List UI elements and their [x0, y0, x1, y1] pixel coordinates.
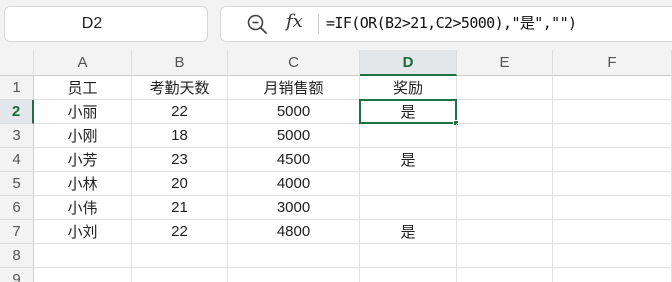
cell-e8[interactable]: [457, 244, 553, 268]
cell-d9[interactable]: [360, 268, 457, 282]
cell-f2[interactable]: [553, 100, 672, 124]
column-header-d[interactable]: D: [360, 50, 457, 76]
cell-c2[interactable]: 5000: [228, 100, 360, 124]
cell-e1[interactable]: [457, 76, 553, 100]
cell-f3[interactable]: [553, 124, 672, 148]
cell-a3[interactable]: 小刚: [34, 124, 132, 148]
row-header-8[interactable]: 8: [0, 244, 34, 268]
cell-c8[interactable]: [228, 244, 360, 268]
cell-e2[interactable]: [457, 100, 553, 124]
row-header-2[interactable]: 2: [0, 100, 34, 124]
cell-d8[interactable]: [360, 244, 457, 268]
cell-a4[interactable]: 小芳: [34, 148, 132, 172]
formula-toolbar: D2 fx =IF(OR(B2>21,C2>5000),"是",""): [0, 0, 672, 50]
cell-f8[interactable]: [553, 244, 672, 268]
cell-b4[interactable]: 23: [132, 148, 228, 172]
column-header-b[interactable]: B: [132, 50, 228, 76]
column-header-c[interactable]: C: [228, 50, 360, 76]
name-box[interactable]: D2: [4, 6, 208, 42]
cell-b6[interactable]: 21: [132, 196, 228, 220]
select-all-corner[interactable]: [0, 50, 34, 76]
cell-b2[interactable]: 22: [132, 100, 228, 124]
column-header-a[interactable]: A: [34, 50, 132, 76]
cell-c3[interactable]: 5000: [228, 124, 360, 148]
cell-f7[interactable]: [553, 220, 672, 244]
row-header-3[interactable]: 3: [0, 124, 34, 148]
cell-a6[interactable]: 小伟: [34, 196, 132, 220]
row-header-4[interactable]: 4: [0, 148, 34, 172]
cell-b8[interactable]: [132, 244, 228, 268]
row-header-7[interactable]: 7: [0, 220, 34, 244]
cell-e9[interactable]: [457, 268, 553, 282]
formula-divider: [318, 14, 319, 34]
cell-a7[interactable]: 小刘: [34, 220, 132, 244]
cell-f4[interactable]: [553, 148, 672, 172]
cell-c1[interactable]: 月销售额: [228, 76, 360, 100]
cell-d7[interactable]: 是: [360, 220, 457, 244]
cell-b5[interactable]: 20: [132, 172, 228, 196]
cell-a9[interactable]: [34, 268, 132, 282]
cell-d3[interactable]: [360, 124, 457, 148]
cell-b3[interactable]: 18: [132, 124, 228, 148]
cell-f9[interactable]: [553, 268, 672, 282]
column-header-e[interactable]: E: [457, 50, 553, 76]
cell-b9[interactable]: [132, 268, 228, 282]
row-header-6[interactable]: 6: [0, 196, 34, 220]
spreadsheet-grid[interactable]: A B C D E F 1 员工 考勤天数 月销售额 奖励 2 小丽 22 5000 是 3 小刚 18 5000 4 小…: [0, 50, 672, 282]
row-header-1[interactable]: 1: [0, 76, 34, 100]
formula-input[interactable]: =IF(OR(B2>21,C2>5000),"是",""): [326, 12, 577, 33]
cell-d6[interactable]: [360, 196, 457, 220]
cell-b1[interactable]: 考勤天数: [132, 76, 228, 100]
cell-d1[interactable]: 奖励: [360, 76, 457, 100]
cell-b7[interactable]: 22: [132, 220, 228, 244]
cell-c4[interactable]: 4500: [228, 148, 360, 172]
cell-a1[interactable]: 员工: [34, 76, 132, 100]
magnifier-zoom-icon[interactable]: [246, 13, 268, 35]
cell-c5[interactable]: 4000: [228, 172, 360, 196]
cell-e4[interactable]: [457, 148, 553, 172]
cell-e5[interactable]: [457, 172, 553, 196]
cell-c9[interactable]: [228, 268, 360, 282]
column-header-f[interactable]: F: [553, 50, 672, 76]
cell-f5[interactable]: [553, 172, 672, 196]
cell-c6[interactable]: 3000: [228, 196, 360, 220]
row-header-5[interactable]: 5: [0, 172, 34, 196]
cell-d2[interactable]: 是: [359, 99, 457, 124]
cell-d4[interactable]: 是: [360, 148, 457, 172]
cell-a5[interactable]: 小林: [34, 172, 132, 196]
cell-e6[interactable]: [457, 196, 553, 220]
cell-c7[interactable]: 4800: [228, 220, 360, 244]
cell-d5[interactable]: [360, 172, 457, 196]
row-header-9[interactable]: 9: [0, 268, 34, 282]
fx-icon[interactable]: fx: [286, 11, 303, 32]
cell-e3[interactable]: [457, 124, 553, 148]
cell-f6[interactable]: [553, 196, 672, 220]
cell-e7[interactable]: [457, 220, 553, 244]
cell-a8[interactable]: [34, 244, 132, 268]
cell-f1[interactable]: [553, 76, 672, 100]
cell-a2[interactable]: 小丽: [34, 100, 132, 124]
